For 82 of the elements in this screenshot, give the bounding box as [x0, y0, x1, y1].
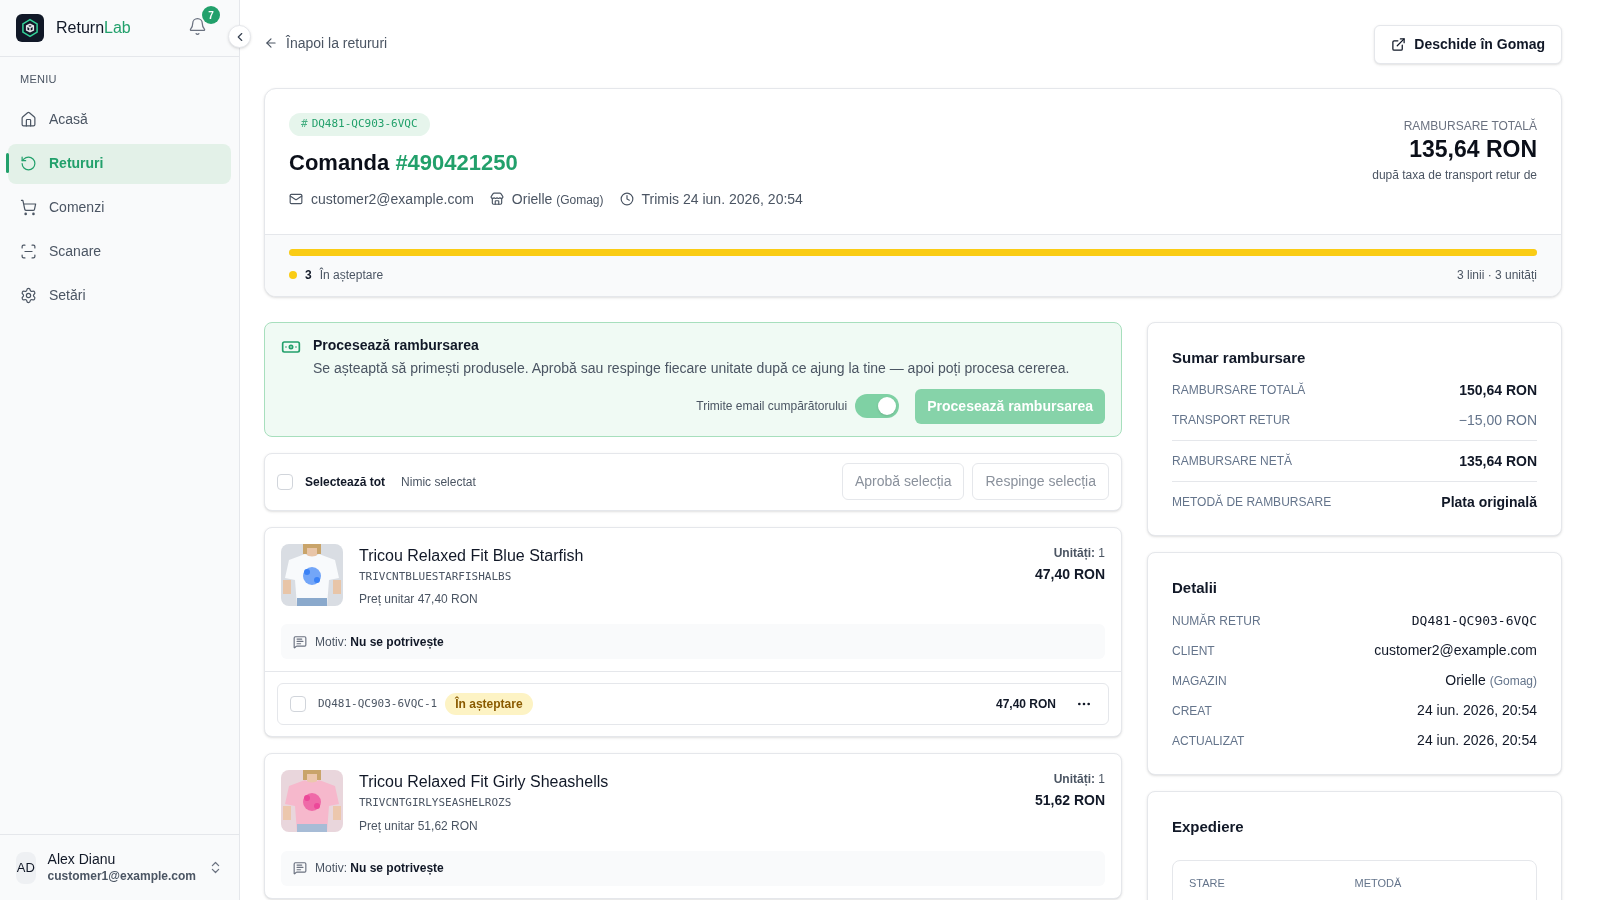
store-icon — [489, 192, 504, 206]
product-name: Tricou Relaxed Fit Blue Starfish — [359, 545, 584, 566]
field-value: DQ481-QC903-6VQC — [1411, 611, 1537, 630]
store-name: Orielle (Gomag) — [511, 189, 604, 209]
order-title: Comanda #490421250 — [289, 148, 518, 177]
card-title: Expediere — [1172, 816, 1245, 837]
field-value: 24 iun. 2026, 20:54 — [1417, 701, 1537, 720]
nav-item[interactable]: Comenzi — [8, 187, 231, 228]
field-value: Plata originală — [1441, 492, 1537, 512]
unit-price: Preț unitar 51,62 RON — [359, 817, 479, 835]
status-badge: În așteptare — [445, 693, 533, 715]
comment-icon — [293, 634, 307, 649]
brand-name: ReturnLab — [56, 18, 131, 38]
reason-text: Motiv: Nu se potrivește — [315, 860, 444, 877]
email-toggle[interactable] — [855, 394, 900, 418]
total-refund-amount: 135,64 RON — [1409, 135, 1537, 164]
field-value: Orielle (Gomag) — [1445, 671, 1537, 690]
field-value: −15,00 RON — [1458, 410, 1537, 430]
notification-count: 7 — [202, 6, 220, 24]
lines-summary: 3 linii · 3 unități — [1456, 266, 1537, 284]
column-header: STARE — [1189, 876, 1226, 891]
user-email: customer1@example.com — [47, 868, 196, 884]
select-all-label: Selectează tot — [305, 473, 386, 491]
field-value: 135,64 RON — [1459, 451, 1537, 471]
field-value: 150,64 RON — [1459, 380, 1537, 400]
field-label: TRANSPORT RETUR — [1172, 412, 1291, 429]
logo-icon — [16, 14, 44, 42]
product-sku: TRIVCNTBLUESTARFISHALBS — [359, 568, 513, 585]
nav-item[interactable]: Acasă — [8, 99, 231, 140]
select-all-checkbox[interactable] — [277, 473, 293, 490]
status-label: În așteptare — [319, 266, 384, 284]
rotate-icon — [20, 155, 37, 172]
settings-icon — [20, 287, 37, 304]
unit-checkbox[interactable] — [290, 696, 306, 712]
comment-icon — [293, 861, 307, 875]
field-label: CLIENT — [1172, 642, 1215, 660]
panel-description: Se așteaptă să primești produsele. Aprobă sau respinge fiecare unitate după ce ajung la tine — apoi poți procesa cererea. — [313, 358, 1071, 378]
cart-icon — [20, 199, 37, 216]
scan-icon — [20, 243, 37, 260]
home-icon — [20, 111, 37, 128]
field-value: 24 iun. 2026, 20:54 — [1417, 731, 1537, 750]
product-total: 51,62 RON — [1034, 791, 1105, 810]
product-total: 47,40 RON — [1034, 564, 1105, 584]
status-count: 3 — [305, 266, 312, 284]
unit-price: Preț unitar 47,40 RON — [359, 591, 479, 608]
nav-item[interactable]: Setări — [8, 275, 231, 316]
sent-date: Trimis 24 iun. 2026, 20:54 — [641, 189, 803, 209]
field-label: MAGAZIN — [1172, 672, 1227, 690]
reason-text: Motiv: Nu se potrivește — [315, 633, 444, 651]
column-header: METODĂ — [1354, 876, 1403, 891]
unit-amount: 47,40 RON — [995, 696, 1056, 713]
units-count: Unități: 1 — [1053, 544, 1105, 562]
mail-icon — [289, 192, 303, 206]
card-title: Detalii — [1172, 578, 1218, 598]
collapse-sidebar-button[interactable] — [228, 25, 251, 48]
back-link[interactable]: Înapoi la retururi — [264, 32, 388, 54]
nav-item[interactable]: Scanare — [8, 231, 231, 272]
field-label: RAMBURSARE TOTALĂ — [1172, 381, 1306, 399]
field-label: RAMBURSARE NETĂ — [1172, 452, 1293, 470]
panel-title: Procesează rambursarea — [313, 335, 479, 355]
clock-icon — [619, 192, 634, 206]
field-label: NUMĂR RETUR — [1172, 612, 1261, 630]
unit-code: DQ481-QC903-6VQC-1 — [318, 695, 438, 712]
user-name: Alex Dianu — [47, 851, 117, 869]
user-avatar: AD — [16, 851, 36, 884]
external-link-icon — [1391, 36, 1407, 52]
field-label: ACTUALIZAT — [1172, 732, 1245, 750]
total-refund-note: după taxa de transport retur de — [1372, 166, 1537, 184]
field-label: METODĂ DE RAMBURSARE — [1172, 493, 1332, 511]
units-count: Unități: 1 — [1053, 771, 1105, 788]
return-code-badge: # DQ481-QC903-6VQC — [289, 113, 430, 136]
total-refund-label: RAMBURSARE TOTALĂ — [1403, 117, 1537, 135]
selection-status: Nimic selectat — [401, 473, 476, 491]
card-title: Sumar rambursare — [1172, 347, 1307, 368]
product-name: Tricou Relaxed Fit Girly Sheashells — [359, 772, 609, 792]
field-value: customer2@example.com — [1374, 641, 1537, 660]
open-external-button[interactable]: Deschide în Gomag — [1374, 24, 1562, 64]
email-toggle-label: Trimite email cumpărătorului — [696, 398, 848, 415]
product-sku: TRIVCNTGIRLYSEASHELROZS — [359, 795, 513, 811]
field-label: CREAT — [1172, 702, 1212, 720]
customer-email: customer2@example.com — [311, 189, 474, 209]
menu-section-label: MENIU — [19, 72, 58, 87]
